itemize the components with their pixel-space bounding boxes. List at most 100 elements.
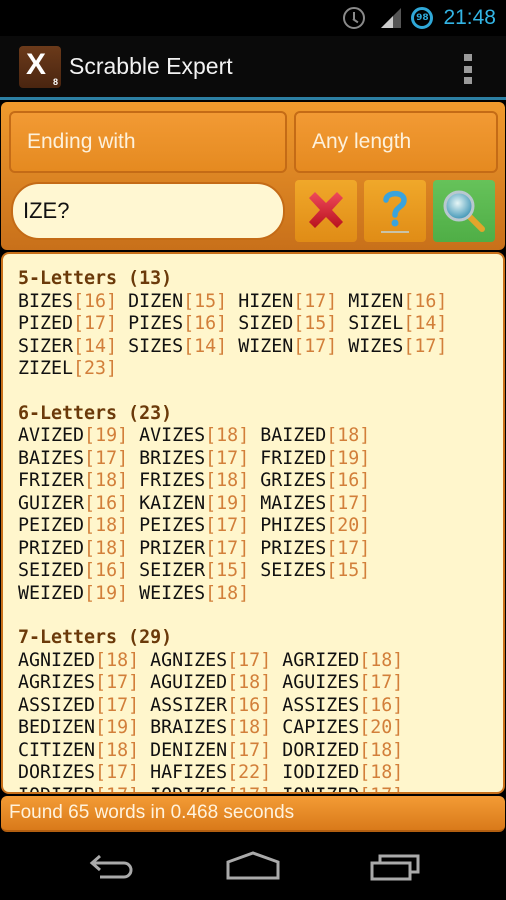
word-item[interactable]: IODIZES[17]	[150, 785, 271, 793]
word-item[interactable]: PHIZES[20]	[260, 515, 370, 536]
word-item[interactable]: FRIZER[18]	[18, 470, 128, 491]
word-item[interactable]: PEIZES[17]	[139, 515, 249, 536]
word-item[interactable]: CITIZEN[18]	[18, 740, 139, 761]
app-logo-subscript: 8	[52, 76, 58, 87]
word-item[interactable]: MAIZES[17]	[260, 493, 370, 514]
overflow-menu-icon[interactable]	[464, 54, 472, 84]
word-item[interactable]: DIZEN[15]	[128, 291, 227, 312]
app-logo-letter: X	[26, 47, 47, 81]
search-button[interactable]	[433, 180, 495, 242]
word-item[interactable]: BAIZES[17]	[18, 448, 128, 469]
word-item[interactable]: GRIZES[16]	[260, 470, 370, 491]
word-item[interactable]: SIZES[14]	[128, 336, 227, 357]
word-item[interactable]: ASSIZER[16]	[150, 695, 271, 716]
word-item[interactable]: IODIZED[18]	[282, 762, 403, 783]
word-item[interactable]: AGUIZES[17]	[282, 672, 403, 693]
navigation-bar	[0, 834, 506, 900]
word-text: IODIZED	[282, 762, 360, 783]
word-score: 16	[414, 290, 437, 312]
word-item[interactable]: DENIZEN[17]	[150, 740, 271, 761]
word-item[interactable]: AVIZES[18]	[139, 425, 249, 446]
word-score: 18	[106, 739, 129, 761]
word-item[interactable]: SEIZER[15]	[139, 560, 249, 581]
word-item[interactable]: ZIZEL[23]	[18, 358, 117, 379]
word-item[interactable]: AGNIZES[17]	[150, 650, 271, 671]
word-item[interactable]: HAFIZES[22]	[150, 762, 271, 783]
word-text: MIZEN	[348, 290, 404, 312]
word-item[interactable]: AGNIZED[18]	[18, 650, 139, 671]
word-item[interactable]: HIZEN[17]	[238, 291, 337, 312]
word-score: 19	[95, 582, 118, 604]
word-text: ASSIZER	[150, 694, 228, 716]
word-item[interactable]: PIZES[16]	[128, 313, 227, 334]
word-item[interactable]: KAIZEN[19]	[139, 493, 249, 514]
word-item[interactable]: IODIZER[17]	[18, 785, 139, 793]
word-item[interactable]: SEIZES[15]	[260, 560, 370, 581]
word-item[interactable]: FRIZES[18]	[139, 470, 249, 491]
word-item[interactable]: PRIZER[17]	[139, 538, 249, 559]
app-logo-icon[interactable]: X 8	[19, 45, 61, 88]
word-item[interactable]: AGUIZED[18]	[150, 672, 271, 693]
help-button[interactable]	[364, 180, 426, 242]
word-item[interactable]: BRIZES[17]	[139, 448, 249, 469]
word-item[interactable]: DORIZED[18]	[282, 740, 403, 761]
word-score: 15	[337, 560, 360, 581]
result-group: 5-Letters (13) BIZES[16] DIZEN[15] HIZEN[…	[18, 268, 503, 381]
clear-button[interactable]	[295, 180, 357, 242]
word-item[interactable]: BRAIZES[18]	[150, 717, 271, 738]
results-list[interactable]: 5-Letters (13) BIZES[16] DIZEN[15] HIZEN[…	[1, 252, 505, 794]
word-item[interactable]: PRIZED[18]	[18, 538, 128, 559]
word-score: 16	[370, 694, 393, 716]
word-item[interactable]: CAPIZES[20]	[282, 717, 403, 738]
word-item[interactable]: PEIZED[18]	[18, 515, 128, 536]
word-item[interactable]: BAIZED[18]	[260, 425, 370, 446]
word-score: 15	[304, 313, 327, 334]
word-item[interactable]: WEIZES[18]	[139, 583, 249, 604]
word-row: SIZER[14] SIZES[14] WIZEN[17] WIZES[17]	[18, 336, 503, 359]
word-score: 17	[216, 447, 239, 469]
word-row: DORIZES[17] HAFIZES[22] IODIZED[18]	[18, 762, 503, 785]
word-text: PHIZES	[260, 515, 327, 536]
match-mode-select[interactable]: Ending with	[9, 111, 287, 173]
recent-apps-icon[interactable]	[370, 850, 420, 888]
word-item[interactable]: AGRIZED[18]	[282, 650, 403, 671]
word-item[interactable]: AVIZED[19]	[18, 425, 128, 446]
word-item[interactable]: BEDIZEN[19]	[18, 717, 139, 738]
word-item[interactable]: BIZES[16]	[18, 291, 117, 312]
word-item[interactable]: SIZEL[14]	[348, 313, 447, 334]
word-row: BIZES[16] DIZEN[15] HIZEN[17] MIZEN[16]	[18, 291, 503, 314]
word-item[interactable]: IONIZED[17]	[282, 785, 403, 793]
word-item[interactable]: WIZEN[17]	[238, 336, 337, 357]
word-text: WEIZED	[18, 582, 85, 604]
word-length-select[interactable]: Any length	[294, 111, 498, 173]
word-score: 17	[304, 290, 327, 312]
word-text: AGRIZES	[18, 672, 96, 693]
word-score: 16	[95, 560, 118, 581]
word-score: 17	[414, 335, 437, 357]
word-item[interactable]: SIZER[14]	[18, 336, 117, 357]
word-item[interactable]: PRIZES[17]	[260, 538, 370, 559]
word-item[interactable]: SEIZED[16]	[18, 560, 128, 581]
word-item[interactable]: ASSIZED[17]	[18, 695, 139, 716]
word-score: 17	[238, 649, 261, 671]
word-item[interactable]: FRIZED[19]	[260, 448, 370, 469]
word-item[interactable]: PIZED[17]	[18, 313, 117, 334]
word-item[interactable]: SIZED[15]	[238, 313, 337, 334]
pattern-input[interactable]: IZE?	[11, 182, 285, 240]
word-row: BEDIZEN[19] BRAIZES[18] CAPIZES[20]	[18, 717, 503, 740]
word-score: 17	[370, 785, 392, 793]
word-item[interactable]: GUIZER[16]	[18, 493, 128, 514]
word-item[interactable]: ASSIZES[16]	[282, 695, 403, 716]
word-item[interactable]: DORIZES[17]	[18, 762, 139, 783]
word-item[interactable]: WIZES[17]	[348, 336, 447, 357]
word-item[interactable]: MIZEN[16]	[348, 291, 447, 312]
word-item[interactable]: AGRIZES[17]	[18, 672, 139, 693]
word-text: BRAIZES	[150, 717, 228, 738]
home-icon[interactable]	[226, 850, 280, 888]
word-score: 15	[216, 560, 239, 581]
word-text: DIZEN	[128, 290, 184, 312]
word-text: SEIZES	[260, 560, 327, 581]
word-score: 16	[194, 313, 217, 334]
back-icon[interactable]	[88, 850, 136, 888]
word-item[interactable]: WEIZED[19]	[18, 583, 128, 604]
